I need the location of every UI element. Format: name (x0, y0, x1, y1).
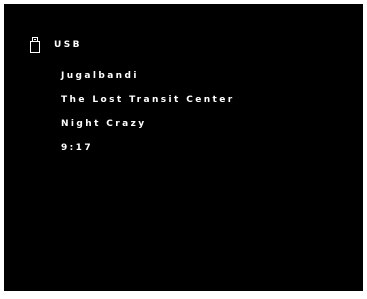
elapsed-time: 9:17 (61, 143, 93, 153)
album-name: Jugalbandi (61, 71, 139, 81)
track-title: The Lost Transit Center (61, 95, 235, 105)
source-indicator: USB (30, 34, 82, 56)
artist-name: Night Crazy (61, 119, 147, 129)
track-info: Jugalbandi The Lost Transit Center Night… (61, 72, 235, 168)
source-label: USB (54, 39, 82, 50)
media-player-screen: USB Jugalbandi The Lost Transit Center N… (4, 4, 363, 291)
usb-icon (30, 37, 40, 53)
